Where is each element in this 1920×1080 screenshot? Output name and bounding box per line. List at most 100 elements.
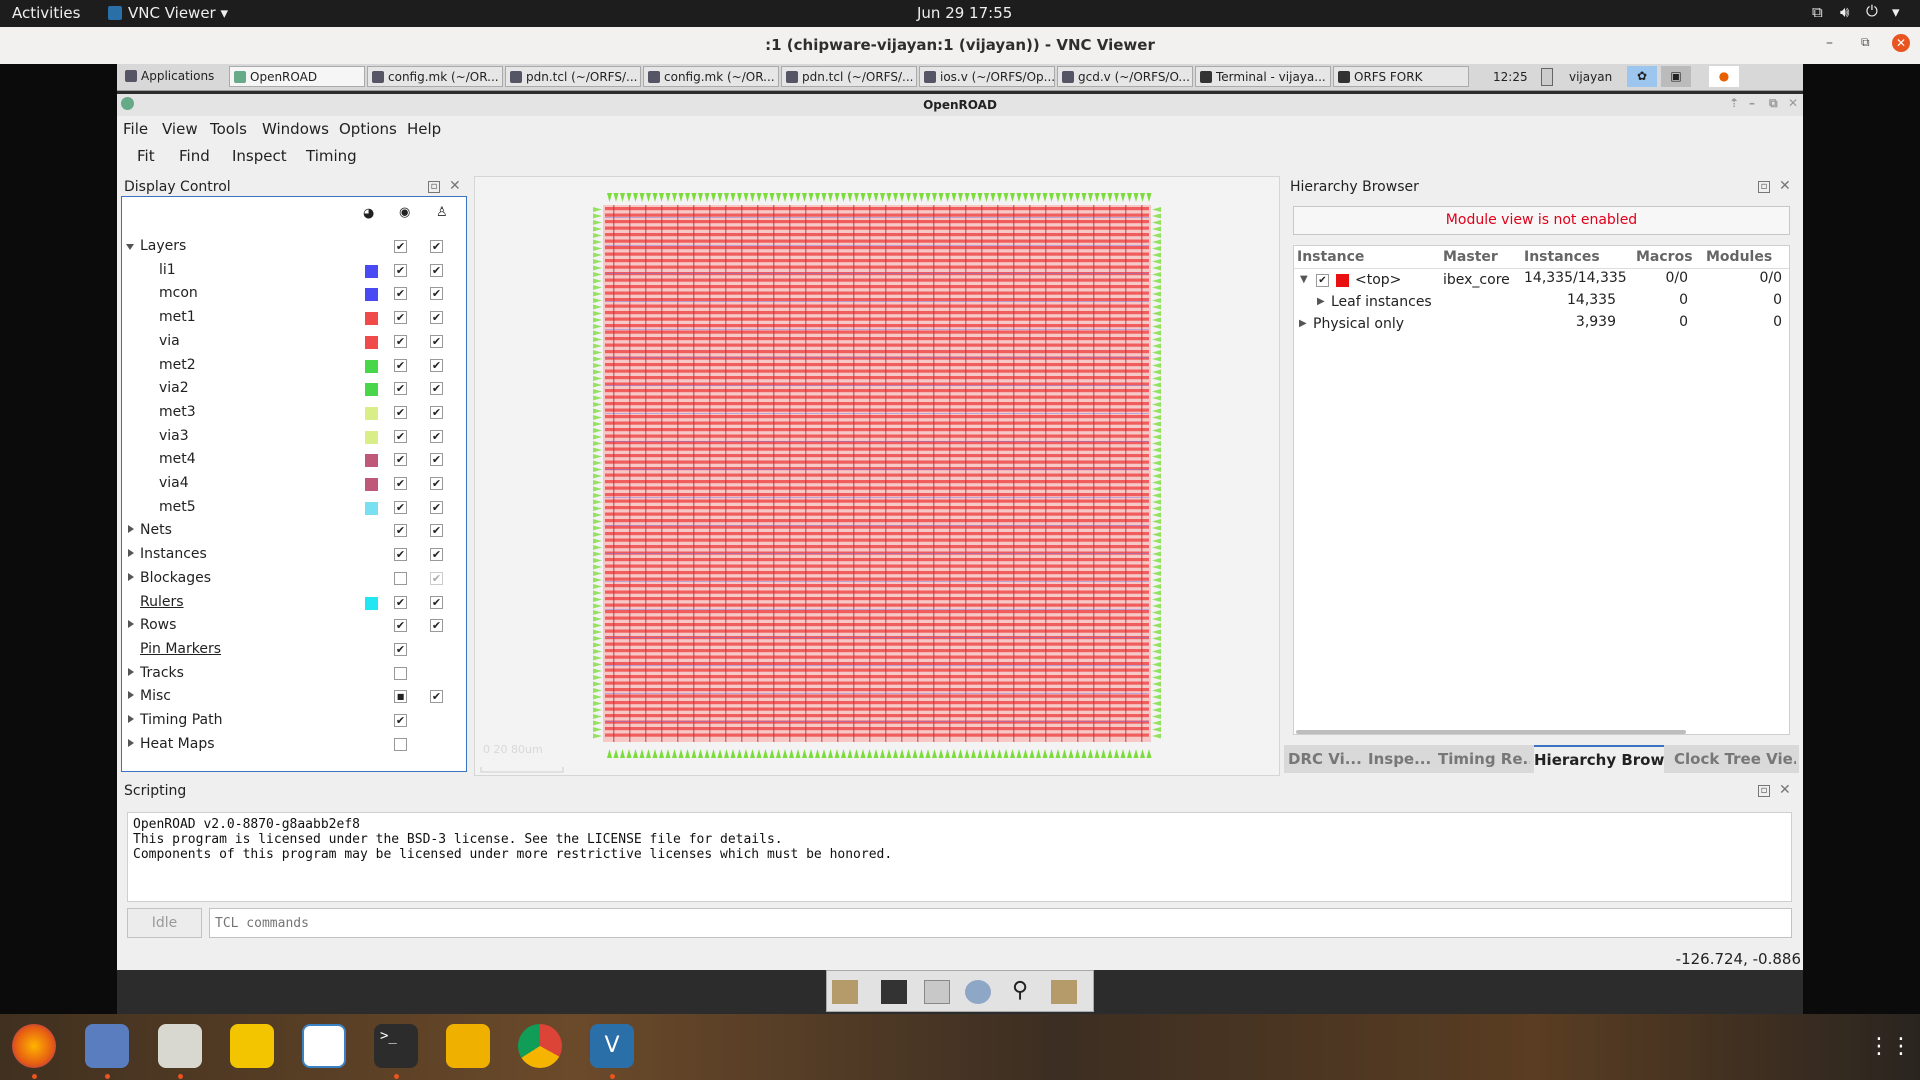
close-icon[interactable]: ✕ <box>1892 34 1910 52</box>
chevron-right-icon[interactable] <box>128 620 134 629</box>
document-viewer-icon[interactable] <box>302 1024 346 1068</box>
menu-options[interactable]: Options <box>339 120 397 138</box>
column-master[interactable]: Master <box>1443 249 1498 265</box>
visible-checkbox[interactable]: ✔ <box>394 595 407 609</box>
visible-checkbox[interactable]: ✔ <box>394 642 407 656</box>
thunderbird-icon[interactable] <box>85 1024 129 1068</box>
display-row-met1[interactable]: met1 ✔ ✔ <box>122 306 466 329</box>
chrome-icon[interactable] <box>518 1024 562 1068</box>
color-swatch[interactable] <box>365 264 378 278</box>
web-browser-icon[interactable] <box>965 980 991 1004</box>
task-config-mk-2[interactable]: config.mk (~/OR... <box>643 66 779 87</box>
firefox-icon[interactable] <box>12 1024 56 1068</box>
menu-help[interactable]: Help <box>407 120 441 138</box>
visible-checkbox[interactable]: ✔ <box>394 548 407 562</box>
selectable-checkbox[interactable]: ✔ <box>430 619 443 633</box>
display-row-met4[interactable]: met4 ✔ ✔ <box>122 448 466 471</box>
screen-tray-icon[interactable]: ▣ <box>1661 66 1691 87</box>
display-row-rulers[interactable]: Rulers ✔ ✔ <box>122 591 466 614</box>
activities-button[interactable]: Activities <box>12 4 80 22</box>
color-swatch[interactable] <box>365 312 378 326</box>
system-menu-chevron-icon[interactable]: ▾ <box>1892 3 1900 21</box>
visible-checkbox[interactable]: ✔ <box>394 429 407 443</box>
power-icon[interactable]: ⏻ <box>1866 2 1878 20</box>
script-output[interactable]: OpenROAD v2.0-8870-g8aabb2ef8 This progr… <box>127 812 1792 902</box>
chevron-right-icon[interactable] <box>128 525 134 534</box>
color-swatch[interactable] <box>365 288 378 302</box>
float-icon[interactable]: ▫ <box>1758 181 1770 193</box>
chevron-right-icon[interactable]: ▶ <box>1317 296 1325 307</box>
column-instances[interactable]: Instances <box>1524 249 1600 265</box>
chevron-right-icon[interactable] <box>128 715 134 723</box>
selectable-checkbox[interactable]: ✔ <box>430 405 443 419</box>
display-row-tracks[interactable]: Tracks <box>122 662 466 685</box>
chevron-down-icon[interactable]: ▼ <box>1300 274 1308 285</box>
visible-checkbox[interactable]: ✔ <box>394 619 407 633</box>
visible-checkbox[interactable]: ✔ <box>394 477 407 490</box>
visible-checkbox[interactable]: ✔ <box>394 382 407 396</box>
chevron-right-icon[interactable] <box>128 738 134 747</box>
display-row-via2[interactable]: via2 ✔ ✔ <box>122 377 466 400</box>
display-row-blockages[interactable]: Blockages ✔ <box>122 567 466 590</box>
window-up-icon[interactable]: ⇡ <box>1729 96 1739 110</box>
selectable-checkbox[interactable]: ✔ <box>430 548 443 562</box>
terminal-icon[interactable] <box>881 980 907 1004</box>
visible-checkbox[interactable]: ✔ <box>394 500 407 514</box>
color-swatch[interactable] <box>365 454 378 468</box>
selectable-checkbox[interactable]: ✔ <box>430 690 443 704</box>
inspect-button[interactable]: Inspect <box>232 147 287 165</box>
visible-checkbox[interactable]: ✔ <box>394 358 407 372</box>
vnc-viewer-icon[interactable]: V <box>590 1024 634 1068</box>
display-row-via3[interactable]: via3 ✔ ✔ <box>122 425 466 448</box>
chevron-right-icon[interactable] <box>128 572 134 581</box>
display-row-met2[interactable]: met2 ✔ ✔ <box>122 354 466 377</box>
visible-checkbox[interactable]: ✔ <box>394 263 407 277</box>
calculator-icon[interactable] <box>446 1024 490 1068</box>
display-row-instances[interactable]: Instances ✔ ✔ <box>122 543 466 566</box>
window-maximize-icon[interactable]: ⧉ <box>1769 96 1778 111</box>
volume-icon[interactable]: 🔊︎ <box>1840 3 1849 21</box>
chevron-down-icon[interactable] <box>126 244 134 250</box>
app-menu[interactable]: VNC Viewer ▾ <box>108 4 228 22</box>
selectable-checkbox[interactable]: ✔ <box>430 571 443 585</box>
applications-menu[interactable]: Applications <box>121 66 221 87</box>
color-swatch[interactable] <box>365 596 378 610</box>
visible-checkbox[interactable]: ✔ <box>394 311 407 325</box>
find-button[interactable]: Find <box>179 147 210 165</box>
search-icon[interactable]: ⚲ <box>1007 980 1033 1004</box>
display-row-rows[interactable]: Rows ✔ ✔ <box>122 614 466 637</box>
tab-timing-report[interactable]: Timing Re... <box>1438 745 1530 773</box>
visible-checkbox[interactable]: ■ <box>394 690 407 704</box>
file-manager-icon[interactable] <box>924 980 950 1004</box>
table-row[interactable]: ▶ Leaf instances 14,335 0 0 <box>1294 292 1789 314</box>
display-row-misc[interactable]: Misc ■ ✔ <box>122 685 466 708</box>
panel-user[interactable]: vijayan <box>1569 70 1612 84</box>
selectable-checkbox[interactable]: ✔ <box>430 524 443 538</box>
selectable-checkbox[interactable]: ✔ <box>430 595 443 609</box>
chevron-right-icon[interactable] <box>128 549 134 558</box>
selectable-checkbox[interactable]: ✔ <box>430 358 443 372</box>
clock[interactable]: Jun 29 17:55 <box>917 4 1012 22</box>
visible-checkbox[interactable] <box>394 737 407 751</box>
layout-canvas[interactable] <box>475 177 1279 775</box>
tab-drc-viewer[interactable]: DRC Vi... <box>1288 745 1364 773</box>
color-swatch[interactable] <box>365 478 378 491</box>
color-swatch[interactable] <box>365 359 378 373</box>
display-row-li1[interactable]: li1 ✔ ✔ <box>122 259 466 282</box>
window-minimize-icon[interactable]: – <box>1749 96 1755 110</box>
menu-view[interactable]: View <box>162 120 198 138</box>
visible-checkbox[interactable] <box>394 571 407 585</box>
timing-button[interactable]: Timing <box>306 147 357 165</box>
chevron-right-icon[interactable] <box>128 667 134 676</box>
openroad-tray-icon[interactable]: ✿ <box>1627 66 1657 87</box>
float-icon[interactable]: ▫ <box>428 181 440 193</box>
tab-inspector[interactable]: Inspe... <box>1368 745 1438 773</box>
display-row-via[interactable]: via ✔ ✔ <box>122 330 466 353</box>
visible-checkbox[interactable]: ✔ <box>394 287 407 301</box>
network-icon[interactable]: ⧉ <box>1812 3 1823 21</box>
task-pdn-tcl-1[interactable]: pdn.tcl (~/ORFS/... <box>505 66 641 87</box>
close-icon[interactable]: ✕ <box>449 178 461 194</box>
display-row-heat-maps[interactable]: Heat Maps <box>122 733 466 756</box>
color-swatch[interactable] <box>365 406 378 420</box>
chevron-right-icon[interactable] <box>128 691 134 700</box>
